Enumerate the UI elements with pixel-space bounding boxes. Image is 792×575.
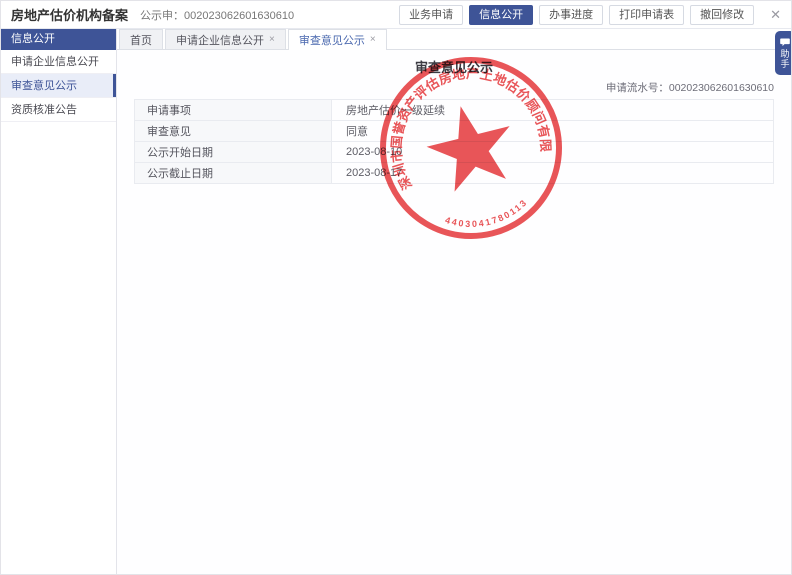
publicity-status: 公示申：002023062601630610 xyxy=(140,7,294,23)
sidebar: 信息公开 申请企业信息公开 审查意见公示 资质核准公告 xyxy=(1,29,117,575)
tab-company-disclosure[interactable]: 申请企业信息公开 × xyxy=(165,29,286,49)
publicity-status-value: 002023062601630610 xyxy=(184,10,294,22)
row-value: 房地产估价一级延续 xyxy=(332,100,774,121)
tab-company-disclosure-label: 申请企业信息公开 xyxy=(176,32,264,48)
app-title: 房地产估价机构备案 xyxy=(11,5,128,24)
sidebar-item-review-opinion[interactable]: 审查意见公示 xyxy=(1,74,116,98)
stamp-number-text: 4403041780113 xyxy=(442,195,533,238)
main-area: 信息公开 申请企业信息公开 审查意见公示 资质核准公告 首页 申请企业信息公开 … xyxy=(1,29,791,575)
app-window: 房地产估价机构备案 公示申：002023062601630610 业务申请 信息… xyxy=(0,0,792,575)
topbar: 房地产估价机构备案 公示申：002023062601630610 业务申请 信息… xyxy=(1,1,791,29)
table-row: 公示开始日期 2023-08-10 xyxy=(135,142,774,163)
info-table: 申请事项 房地产估价一级延续 审查意见 同意 公示开始日期 2023-08-10 xyxy=(134,99,774,184)
tab-close-icon[interactable]: × xyxy=(370,34,376,45)
tab-home[interactable]: 首页 xyxy=(119,29,163,49)
tab-close-icon[interactable]: × xyxy=(269,34,275,45)
sidebar-title: 信息公开 xyxy=(1,29,116,50)
info-disclosure-button[interactable]: 信息公开 xyxy=(469,5,533,25)
content: 审查意见公示 申请流水号：002023062601630610 申请事项 房地产… xyxy=(117,50,791,575)
serial-number: 申请流水号：002023062601630610 xyxy=(117,80,791,95)
row-label: 公示截止日期 xyxy=(135,163,332,184)
tab-review-opinion-label: 审查意见公示 xyxy=(299,32,365,48)
tabbar: 首页 申请企业信息公开 × 审查意见公示 × xyxy=(117,29,791,50)
tab-review-opinion[interactable]: 审查意见公示 × xyxy=(288,29,387,49)
window-close-icon[interactable]: ✕ xyxy=(770,7,781,23)
row-label: 申请事项 xyxy=(135,100,332,121)
row-value: 2023-08-17 xyxy=(332,163,774,184)
publicity-status-label: 公示申： xyxy=(140,10,184,22)
row-value: 2023-08-10 xyxy=(332,142,774,163)
sidebar-item-company-disclosure[interactable]: 申请企业信息公开 xyxy=(1,50,116,74)
progress-button[interactable]: 办事进度 xyxy=(539,5,603,25)
row-label: 公示开始日期 xyxy=(135,142,332,163)
tab-home-label: 首页 xyxy=(130,32,152,48)
assistant-label: 助手 xyxy=(780,49,790,69)
right-pane: 首页 申请企业信息公开 × 审查意见公示 × 审查意见公示 申请流水号：0020… xyxy=(117,29,791,575)
page-title: 审查意见公示 xyxy=(117,50,791,76)
print-application-button[interactable]: 打印申请表 xyxy=(609,5,684,25)
assistant-button[interactable]: 助手 xyxy=(775,31,792,75)
row-label: 审查意见 xyxy=(135,121,332,142)
business-apply-button[interactable]: 业务申请 xyxy=(399,5,463,25)
withdraw-modify-button[interactable]: 撤回修改 xyxy=(690,5,754,25)
topbar-actions: 业务申请 信息公开 办事进度 打印申请表 撤回修改 ✕ xyxy=(399,5,781,25)
chat-icon xyxy=(780,38,790,47)
sidebar-item-qualification-notice[interactable]: 资质核准公告 xyxy=(1,98,116,122)
table-row: 审查意见 同意 xyxy=(135,121,774,142)
table-row: 申请事项 房地产估价一级延续 xyxy=(135,100,774,121)
table-row: 公示截止日期 2023-08-17 xyxy=(135,163,774,184)
row-value: 同意 xyxy=(332,121,774,142)
